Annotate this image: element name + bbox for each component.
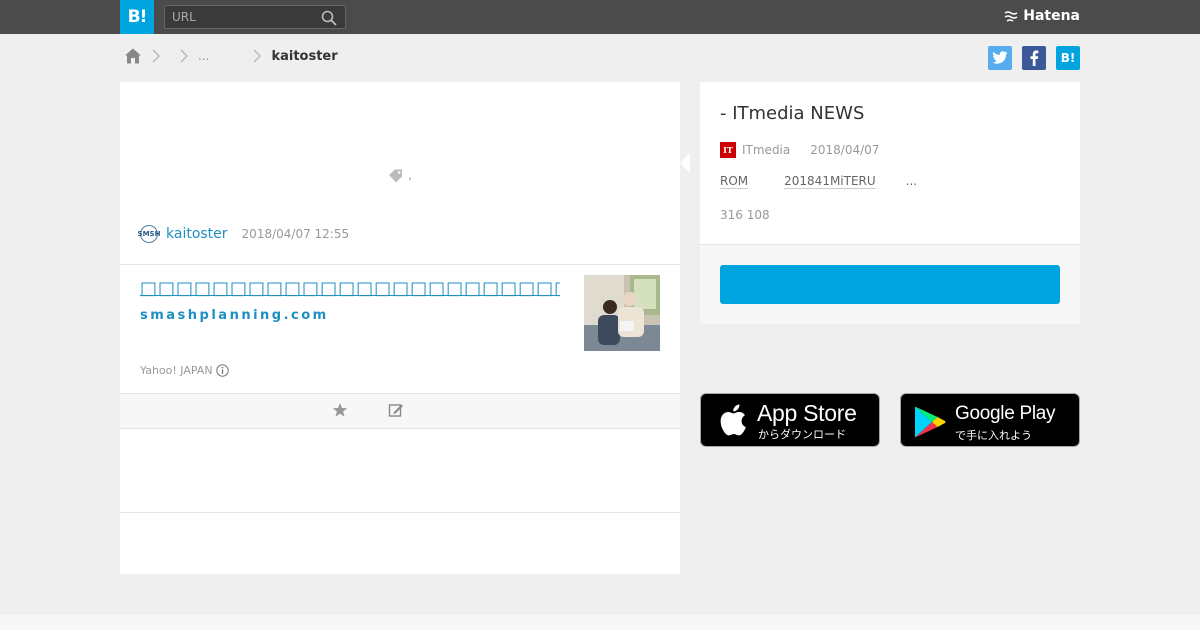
hatena-bookmark-share-button[interactable]: B! xyxy=(1056,46,1080,70)
bookmark-user-line: SMSH kaitoster 2018/04/07 12:55 xyxy=(138,225,350,243)
chevron-right-icon xyxy=(152,49,161,63)
username-link[interactable]: kaitoster xyxy=(166,226,228,242)
facebook-icon xyxy=(1030,50,1039,66)
hatena-brand-link[interactable]: Hatena xyxy=(1004,8,1080,24)
breadcrumb-ellipsis[interactable]: ... xyxy=(198,49,209,63)
twitter-share-button[interactable] xyxy=(988,46,1012,70)
bookmark-date: 2018/04/07 12:55 xyxy=(241,227,350,241)
bookmark-card: , SMSH kaitoster 2018/04/07 12:55 □□□□□□… xyxy=(120,82,680,574)
entry-info-footer xyxy=(700,244,1080,324)
google-play-sublabel: で手に入れよう xyxy=(955,429,1032,442)
google-play-label: Google Play xyxy=(955,403,1056,424)
entry-title-link[interactable]: □□□□□□□□□□□□□□□□□□□□□□□□ xyxy=(140,278,560,299)
chevron-right-icon xyxy=(253,49,262,63)
entry-info-card: - ITmedia NEWS IT ITmedia 2018/04/07 ROM… xyxy=(700,82,1080,324)
breadcrumb-current: kaitoster xyxy=(271,48,338,64)
entry-description: ROM 201841MiTERU ... xyxy=(720,174,917,189)
search-box[interactable] xyxy=(164,5,346,29)
app-store-label: App Store xyxy=(757,400,857,426)
share-buttons: B! xyxy=(988,46,1080,70)
entry-description-ellipsis: ... xyxy=(905,174,918,188)
entry-thumbnail[interactable] xyxy=(584,275,660,351)
provider-credit: Yahoo! JAPAN xyxy=(140,364,229,377)
entry-keyword-link[interactable]: 201841MiTERU xyxy=(784,174,876,189)
google-play-badge[interactable]: Google Play で手に入れよう xyxy=(900,393,1080,447)
thumbnail-image xyxy=(584,275,660,351)
hatena-bookmark-logo[interactable]: B! xyxy=(120,0,154,34)
tag-icon xyxy=(388,169,402,182)
footer xyxy=(0,615,1200,630)
bookmark-button[interactable] xyxy=(720,265,1060,304)
breadcrumb: ... kaitoster xyxy=(124,46,338,66)
star-icon[interactable] xyxy=(332,402,348,418)
info-icon[interactable] xyxy=(215,364,229,377)
entry-date: 2018/04/07 xyxy=(810,143,880,157)
divider xyxy=(120,264,680,265)
provider-text: Yahoo! JAPAN xyxy=(140,364,213,377)
entry-info-title[interactable]: - ITmedia NEWS xyxy=(720,103,864,124)
entry-domain-link[interactable]: smashplanning.com xyxy=(140,308,329,323)
top-bar: B! Hatena xyxy=(0,0,1200,34)
google-play-icon xyxy=(915,406,946,438)
hatena-mark-icon xyxy=(1004,11,1018,22)
search-icon[interactable] xyxy=(321,10,337,26)
hatena-brand-text: Hatena xyxy=(1023,8,1080,24)
edit-icon[interactable] xyxy=(388,402,404,418)
tag-row: , xyxy=(120,168,680,183)
tag-text: , xyxy=(408,168,413,183)
entry-bookmark-count: 316 108 xyxy=(720,208,770,222)
itmedia-favicon: IT xyxy=(720,142,736,158)
entry-site-name[interactable]: ITmedia xyxy=(742,143,790,157)
card-notch xyxy=(680,153,690,173)
bookmark-action-bar xyxy=(120,393,680,429)
divider xyxy=(120,512,680,513)
home-icon[interactable] xyxy=(124,47,142,65)
app-store-badge[interactable]: App Store からダウンロード xyxy=(700,393,880,447)
entry-info-meta: IT ITmedia 2018/04/07 xyxy=(720,142,879,158)
twitter-icon xyxy=(992,51,1008,64)
search-input[interactable] xyxy=(165,6,315,28)
avatar[interactable]: SMSH xyxy=(138,225,160,243)
facebook-share-button[interactable] xyxy=(1022,46,1046,70)
chevron-right-icon xyxy=(180,49,189,63)
apple-icon xyxy=(720,404,746,436)
app-store-sublabel: からダウンロード xyxy=(758,428,846,441)
entry-keyword-link[interactable]: ROM xyxy=(720,174,749,189)
